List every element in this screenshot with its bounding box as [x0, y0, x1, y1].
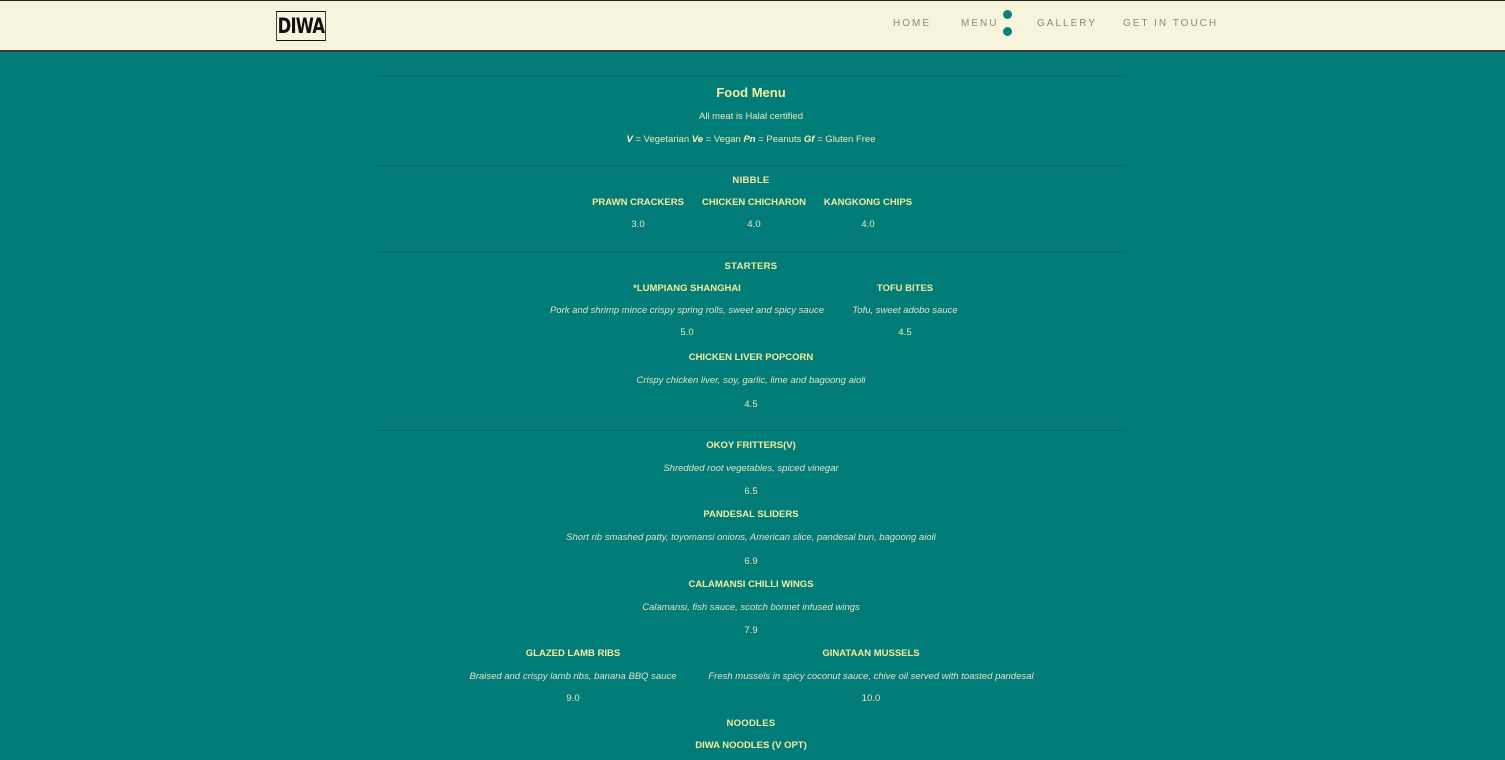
item-price: 7.9 — [744, 625, 758, 636]
menu-title: Food Menu — [716, 85, 786, 100]
halal-note: All meat is Halal certified — [698, 111, 803, 122]
nav-home[interactable]: HOME — [893, 18, 931, 29]
item-name: DIWA NOODLES (V OPT) — [695, 740, 807, 751]
nav-menu[interactable]: MENU — [961, 18, 998, 29]
nav-gallery[interactable]: GALLERY — [1037, 18, 1097, 29]
divider — [375, 430, 1127, 431]
item-name: CALAMANSI CHILLI WINGS — [688, 579, 814, 590]
menu-item: CHICKEN CHICHARON 4.0 — [699, 197, 809, 230]
item-name: GLAZED LAMB RIBS — [525, 648, 621, 659]
divider — [375, 251, 1127, 252]
item-description: Pork and shrimp mince crispy spring roll… — [549, 305, 825, 316]
menu-item: KANGKONG CHIPS 4.0 — [818, 197, 918, 230]
section-title-nibble: NIBBLE — [732, 175, 770, 186]
diwa-logo[interactable]: DIWA — [276, 11, 326, 41]
legend-meaning: = Vegan — [703, 134, 744, 145]
item-description: Short rib smashed patty, toyomansi onion… — [566, 532, 936, 543]
item-name: KANGKONG CHIPS — [823, 197, 913, 208]
item-price: 4.5 — [744, 399, 758, 410]
legend-meaning: = Peanuts — [755, 134, 804, 145]
divider — [375, 76, 1127, 77]
item-description: Calamansi, fish sauce, scotch bonnet inf… — [642, 602, 860, 613]
item-price: 6.5 — [744, 486, 758, 497]
active-indicator-dot-top — [1003, 10, 1012, 19]
item-description: Braised and crispy lamb ribs, banana BBQ… — [469, 671, 677, 682]
legend-code: Ve — [691, 134, 704, 145]
menu-item: PRAWN CRACKERS 3.0 — [588, 197, 688, 230]
menu-item: GINATAAN MUSSELS Fresh mussels in spicy … — [695, 648, 1047, 704]
item-price: 4.0 — [747, 219, 761, 230]
active-indicator-dot-bottom — [1003, 27, 1012, 36]
item-description: Tofu, sweet adobo sauce — [852, 305, 958, 316]
legend-meaning: = Gluten Free — [814, 134, 876, 145]
item-name: *LUMPIANG SHANGHAI — [633, 283, 741, 294]
item-name: PANDESAL SLIDERS — [703, 509, 799, 520]
dietary-legend: V = Vegetarian Ve = Vegan Pn = Peanuts G… — [375, 134, 1127, 145]
section-title-noodles: NOODLES — [726, 718, 776, 729]
item-description: Shredded root vegetables, spiced vinegar — [663, 463, 839, 474]
item-name: PRAWN CRACKERS — [592, 197, 684, 208]
item-name: CHICKEN LIVER POPCORN — [688, 352, 814, 363]
divider — [375, 165, 1127, 166]
item-price: 3.0 — [631, 219, 645, 230]
item-price: 9.0 — [566, 693, 580, 704]
item-name: OKOY FRITTERS(V) — [706, 440, 796, 451]
menu-item: GLAZED LAMB RIBS Braised and crispy lamb… — [453, 648, 693, 704]
item-price: 10.0 — [861, 693, 881, 704]
menu-item: TOFU BITES Tofu, sweet adobo sauce 4.5 — [845, 283, 965, 338]
legend-code: Pn — [743, 134, 756, 145]
menu-item: *LUMPIANG SHANGHAI Pork and shrimp mince… — [537, 283, 837, 338]
item-price: 5.0 — [680, 327, 694, 338]
site-header: DIWA HOME MENU GALLERY GET IN TOUCH — [0, 0, 1505, 52]
legend-meaning: = Vegetarian — [632, 134, 692, 145]
nav-get-in-touch[interactable]: GET IN TOUCH — [1123, 18, 1218, 29]
item-price: 4.0 — [861, 219, 875, 230]
item-description: Crispy chicken liver, soy, garlic, lime … — [636, 375, 866, 386]
legend-code: Gf — [803, 134, 815, 145]
item-price: 4.5 — [898, 327, 912, 338]
item-name: TOFU BITES — [876, 283, 934, 294]
item-description: Fresh mussels in spicy coconut sauce, ch… — [708, 671, 1034, 682]
item-name: CHICKEN CHICHARON — [702, 197, 806, 208]
item-price: 6.9 — [744, 556, 758, 567]
item-name: GINATAAN MUSSELS — [822, 648, 920, 659]
section-title-starters: STARTERS — [724, 261, 778, 272]
